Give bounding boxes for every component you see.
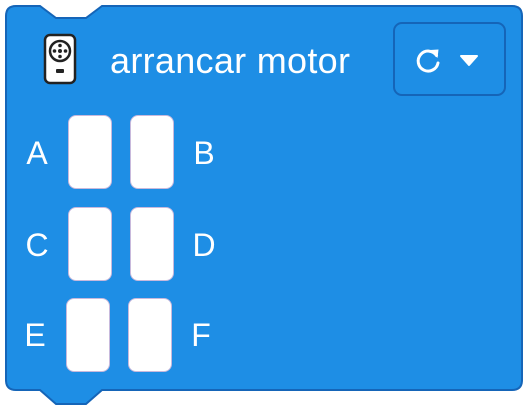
port-label-d: D <box>192 227 216 263</box>
port-slot-e[interactable] <box>66 298 110 372</box>
block-title: arrancar motor <box>110 40 351 81</box>
port-slot-c[interactable] <box>68 207 112 281</box>
direction-dropdown[interactable] <box>393 22 506 96</box>
port-label-a: A <box>26 135 48 171</box>
port-slot-f[interactable] <box>128 298 172 372</box>
port-slot-b[interactable] <box>130 115 174 189</box>
motor-icon <box>43 33 77 85</box>
motor-start-block[interactable]: arrancar motor A B C D E F <box>0 0 528 413</box>
port-slot-d[interactable] <box>130 207 174 281</box>
port-label-b: B <box>193 135 215 171</box>
port-label-e: E <box>24 317 46 353</box>
port-label-f: F <box>191 317 211 353</box>
caret-down-icon <box>460 55 478 66</box>
rotate-clockwise-icon <box>416 49 440 73</box>
port-label-c: C <box>25 227 49 263</box>
port-slot-a[interactable] <box>68 115 112 189</box>
